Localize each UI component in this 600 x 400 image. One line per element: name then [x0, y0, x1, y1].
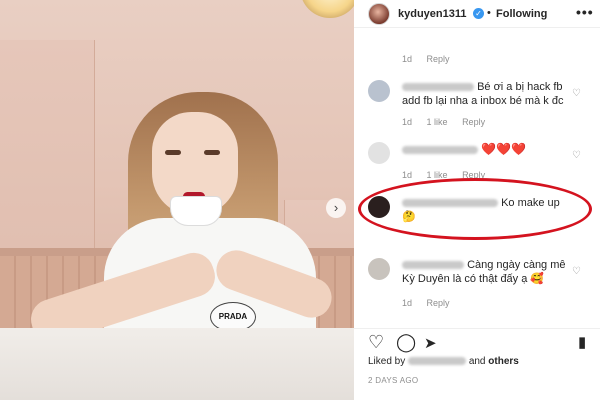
avatar[interactable]	[368, 258, 390, 280]
avatar[interactable]	[368, 142, 390, 164]
post-timestamp: 2 DAYS AGO	[368, 376, 419, 385]
subject-eye	[204, 150, 220, 155]
comment-body: Bé ơi a bị hack fb add fb lại nha a inbo…	[402, 80, 568, 108]
post-photo[interactable]: PRADA ›	[0, 0, 354, 400]
like-comment-heart-icon[interactable]: ♡	[572, 266, 581, 277]
reply-button[interactable]: Reply	[427, 54, 450, 64]
likes-suffix: and	[468, 356, 486, 367]
comment-body: Càng ngày càng mê Kỳ Duyên là có thật đấ…	[402, 258, 568, 286]
heart-outline-icon[interactable]: ♡	[368, 333, 384, 351]
comment-age: 1d	[402, 170, 413, 180]
post-header: kyduyen1311 ✓ • Following •••	[354, 0, 600, 28]
comment-likes[interactable]: 1 like	[427, 117, 448, 127]
subject-eye	[165, 150, 181, 155]
bookmark-icon[interactable]: ▮	[578, 334, 586, 352]
highlight-annotation-ring	[358, 178, 592, 240]
comment-age: 1d	[402, 117, 413, 127]
blurred-username	[402, 261, 464, 270]
like-comment-heart-icon[interactable]: ♡	[572, 88, 581, 99]
likes-others-link[interactable]: others	[488, 356, 519, 367]
comment-text: ❤️❤️❤️	[481, 142, 526, 156]
blurred-username	[402, 83, 474, 92]
more-options-icon[interactable]: •••	[576, 4, 594, 20]
paper-plane-icon[interactable]: ➤	[424, 335, 437, 353]
username[interactable]: kyduyen1311	[398, 8, 467, 20]
verified-badge-icon: ✓	[473, 8, 484, 19]
next-photo-arrow-icon[interactable]: ›	[326, 198, 346, 218]
post-actions: ♡ ◯ ➤ ▮	[354, 328, 600, 354]
shirt-logo-text: PRADA	[218, 312, 248, 321]
blurred-username[interactable]	[408, 357, 467, 366]
reply-button[interactable]: Reply	[427, 298, 450, 308]
blurred-username	[402, 146, 478, 155]
table-surface	[0, 328, 354, 400]
avatar[interactable]	[368, 80, 390, 102]
comment-bubble-icon[interactable]: ◯	[396, 333, 416, 351]
likes-summary: Liked by and others	[368, 356, 519, 367]
comment-body: ❤️❤️❤️	[402, 142, 568, 157]
comment-age: 1d	[402, 298, 413, 308]
likes-prefix: Liked by	[368, 356, 406, 367]
ceiling-lamp	[300, 0, 354, 18]
comment-meta: 1d Reply	[402, 298, 462, 308]
comment-meta: 1d 1 like Reply	[402, 117, 497, 127]
reply-button[interactable]: Reply	[462, 117, 485, 127]
like-comment-heart-icon[interactable]: ♡	[572, 150, 581, 161]
comment-meta: 1d Reply	[402, 54, 462, 64]
avatar[interactable]	[368, 3, 390, 25]
comment-age: 1d	[402, 54, 413, 64]
face-mask	[170, 196, 222, 226]
separator-dot: •	[487, 7, 491, 19]
following-button[interactable]: Following	[496, 8, 547, 20]
